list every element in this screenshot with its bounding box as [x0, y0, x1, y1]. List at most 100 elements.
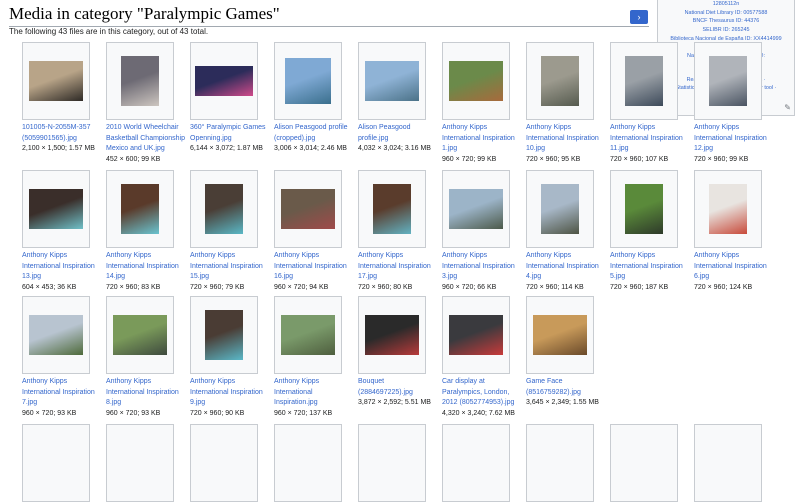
file-thumbnail[interactable] [442, 170, 510, 248]
file-thumbnail[interactable] [274, 296, 342, 374]
pencil-icon[interactable]: ✎ [784, 104, 791, 113]
file-thumbnail[interactable] [190, 170, 258, 248]
file-name-link[interactable]: International Inspiration [442, 262, 524, 273]
file-name-link[interactable]: Anthony Kipps [526, 123, 608, 134]
file-name-link[interactable]: Anthony Kipps [274, 251, 356, 262]
file-name-link[interactable]: International Inspiration [274, 262, 356, 273]
file-name-link[interactable]: (2884697225).jpg [358, 388, 440, 399]
file-name-link[interactable]: 13.jpg [22, 272, 104, 283]
file-thumbnail-image[interactable] [113, 315, 167, 355]
file-thumbnail[interactable] [358, 424, 426, 502]
file-name-link[interactable]: 101005-N-2055M-357 [22, 123, 104, 134]
file-name-link[interactable]: Anthony Kipps [610, 251, 692, 262]
file-name-link[interactable]: 7.jpg [22, 398, 104, 409]
file-thumbnail[interactable] [190, 42, 258, 120]
file-thumbnail-image[interactable] [373, 184, 411, 234]
file-thumbnail[interactable] [526, 424, 594, 502]
file-name-link[interactable]: International Inspiration [526, 262, 608, 273]
file-thumbnail[interactable] [694, 424, 762, 502]
file-name-link[interactable]: Anthony Kipps [694, 123, 776, 134]
file-name-link[interactable]: 1.jpg [442, 144, 524, 155]
file-thumbnail-image[interactable] [29, 315, 83, 355]
authority-row[interactable]: 12805112n [658, 0, 794, 9]
file-thumbnail[interactable] [442, 42, 510, 120]
file-name-link[interactable]: International Inspiration [22, 388, 104, 399]
file-name-link[interactable]: Mexico and UK.jpg [106, 144, 188, 155]
file-thumbnail[interactable] [190, 424, 258, 502]
file-name-link[interactable]: International Inspiration [610, 262, 692, 273]
file-thumbnail[interactable] [526, 296, 594, 374]
file-name-link[interactable]: International Inspiration [694, 262, 776, 273]
file-thumbnail-image[interactable] [195, 66, 253, 96]
file-name-link[interactable]: International Inspiration [358, 262, 440, 273]
file-thumbnail-image[interactable] [29, 189, 83, 229]
file-thumbnail-image[interactable] [709, 184, 747, 234]
file-name-link[interactable]: Anthony Kipps [22, 377, 104, 388]
file-name-link[interactable]: 15.jpg [190, 272, 272, 283]
file-thumbnail[interactable] [358, 42, 426, 120]
file-thumbnail-image[interactable] [709, 56, 747, 106]
file-thumbnail-image[interactable] [285, 58, 331, 104]
file-thumbnail-image[interactable] [541, 56, 579, 106]
file-thumbnail[interactable] [274, 170, 342, 248]
file-thumbnail[interactable] [610, 42, 678, 120]
file-thumbnail[interactable] [694, 170, 762, 248]
authority-row[interactable]: SELIBR ID: 265245 [658, 26, 794, 35]
file-name-link[interactable]: International Inspiration [22, 262, 104, 273]
file-thumbnail[interactable] [106, 296, 174, 374]
file-name-link[interactable]: Anthony Kipps [442, 123, 524, 134]
file-name-link[interactable]: Anthony Kipps [358, 251, 440, 262]
file-name-link[interactable]: 2012 (8052774953).jpg [442, 398, 524, 409]
file-name-link[interactable]: 10.jpg [526, 144, 608, 155]
file-name-link[interactable]: 16.jpg [274, 272, 356, 283]
file-thumbnail-image[interactable] [625, 184, 663, 234]
file-name-link[interactable]: Game Face [526, 377, 608, 388]
file-name-link[interactable]: 12.jpg [694, 144, 776, 155]
file-thumbnail[interactable] [526, 42, 594, 120]
file-thumbnail-image[interactable] [449, 189, 503, 229]
file-name-link[interactable]: 360° Paralympic Games [190, 123, 272, 134]
file-name-link[interactable]: International Inspiration [106, 388, 188, 399]
file-name-link[interactable]: International Inspiration [610, 134, 692, 145]
file-name-link[interactable]: (cropped).jpg [274, 134, 356, 145]
file-name-link[interactable]: 14.jpg [106, 272, 188, 283]
file-thumbnail[interactable] [442, 296, 510, 374]
file-name-link[interactable]: Alison Peasgood [358, 123, 440, 134]
file-name-link[interactable]: International Inspiration [442, 134, 524, 145]
file-thumbnail-image[interactable] [449, 61, 503, 101]
file-thumbnail-image[interactable] [365, 61, 419, 101]
file-name-link[interactable]: International Inspiration [526, 134, 608, 145]
file-name-link[interactable]: Openning.jpg [190, 134, 272, 145]
file-name-link[interactable]: Anthony Kipps [274, 377, 356, 388]
file-thumbnail[interactable] [694, 42, 762, 120]
file-thumbnail-image[interactable] [121, 56, 159, 106]
file-thumbnail[interactable] [610, 170, 678, 248]
file-thumbnail[interactable] [274, 42, 342, 120]
file-name-link[interactable]: 3.jpg [442, 272, 524, 283]
file-thumbnail[interactable] [274, 424, 342, 502]
file-name-link[interactable]: Inspiration.jpg [274, 398, 356, 409]
file-thumbnail[interactable] [22, 296, 90, 374]
file-name-link[interactable]: 5.jpg [610, 272, 692, 283]
file-thumbnail[interactable] [106, 170, 174, 248]
file-name-link[interactable]: profile.jpg [358, 134, 440, 145]
file-name-link[interactable]: Anthony Kipps [190, 251, 272, 262]
file-thumbnail-image[interactable] [541, 184, 579, 234]
file-name-link[interactable]: International Inspiration [190, 262, 272, 273]
file-name-link[interactable]: International Inspiration [190, 388, 272, 399]
file-thumbnail-image[interactable] [533, 315, 587, 355]
file-thumbnail[interactable] [358, 170, 426, 248]
file-name-link[interactable]: International [274, 388, 356, 399]
file-name-link[interactable]: Anthony Kipps [442, 251, 524, 262]
file-thumbnail-image[interactable] [449, 315, 503, 355]
file-name-link[interactable]: Anthony Kipps [106, 377, 188, 388]
file-name-link[interactable]: Basketball Championship [106, 134, 188, 145]
file-name-link[interactable]: Anthony Kipps [610, 123, 692, 134]
file-name-link[interactable]: 17.jpg [358, 272, 440, 283]
file-thumbnail-image[interactable] [121, 184, 159, 234]
file-name-link[interactable]: Anthony Kipps [22, 251, 104, 262]
file-name-link[interactable]: (8516759282).jpg [526, 388, 608, 399]
file-name-link[interactable]: Anthony Kipps [526, 251, 608, 262]
next-page-button[interactable]: › [630, 10, 648, 24]
file-name-link[interactable]: International Inspiration [106, 262, 188, 273]
